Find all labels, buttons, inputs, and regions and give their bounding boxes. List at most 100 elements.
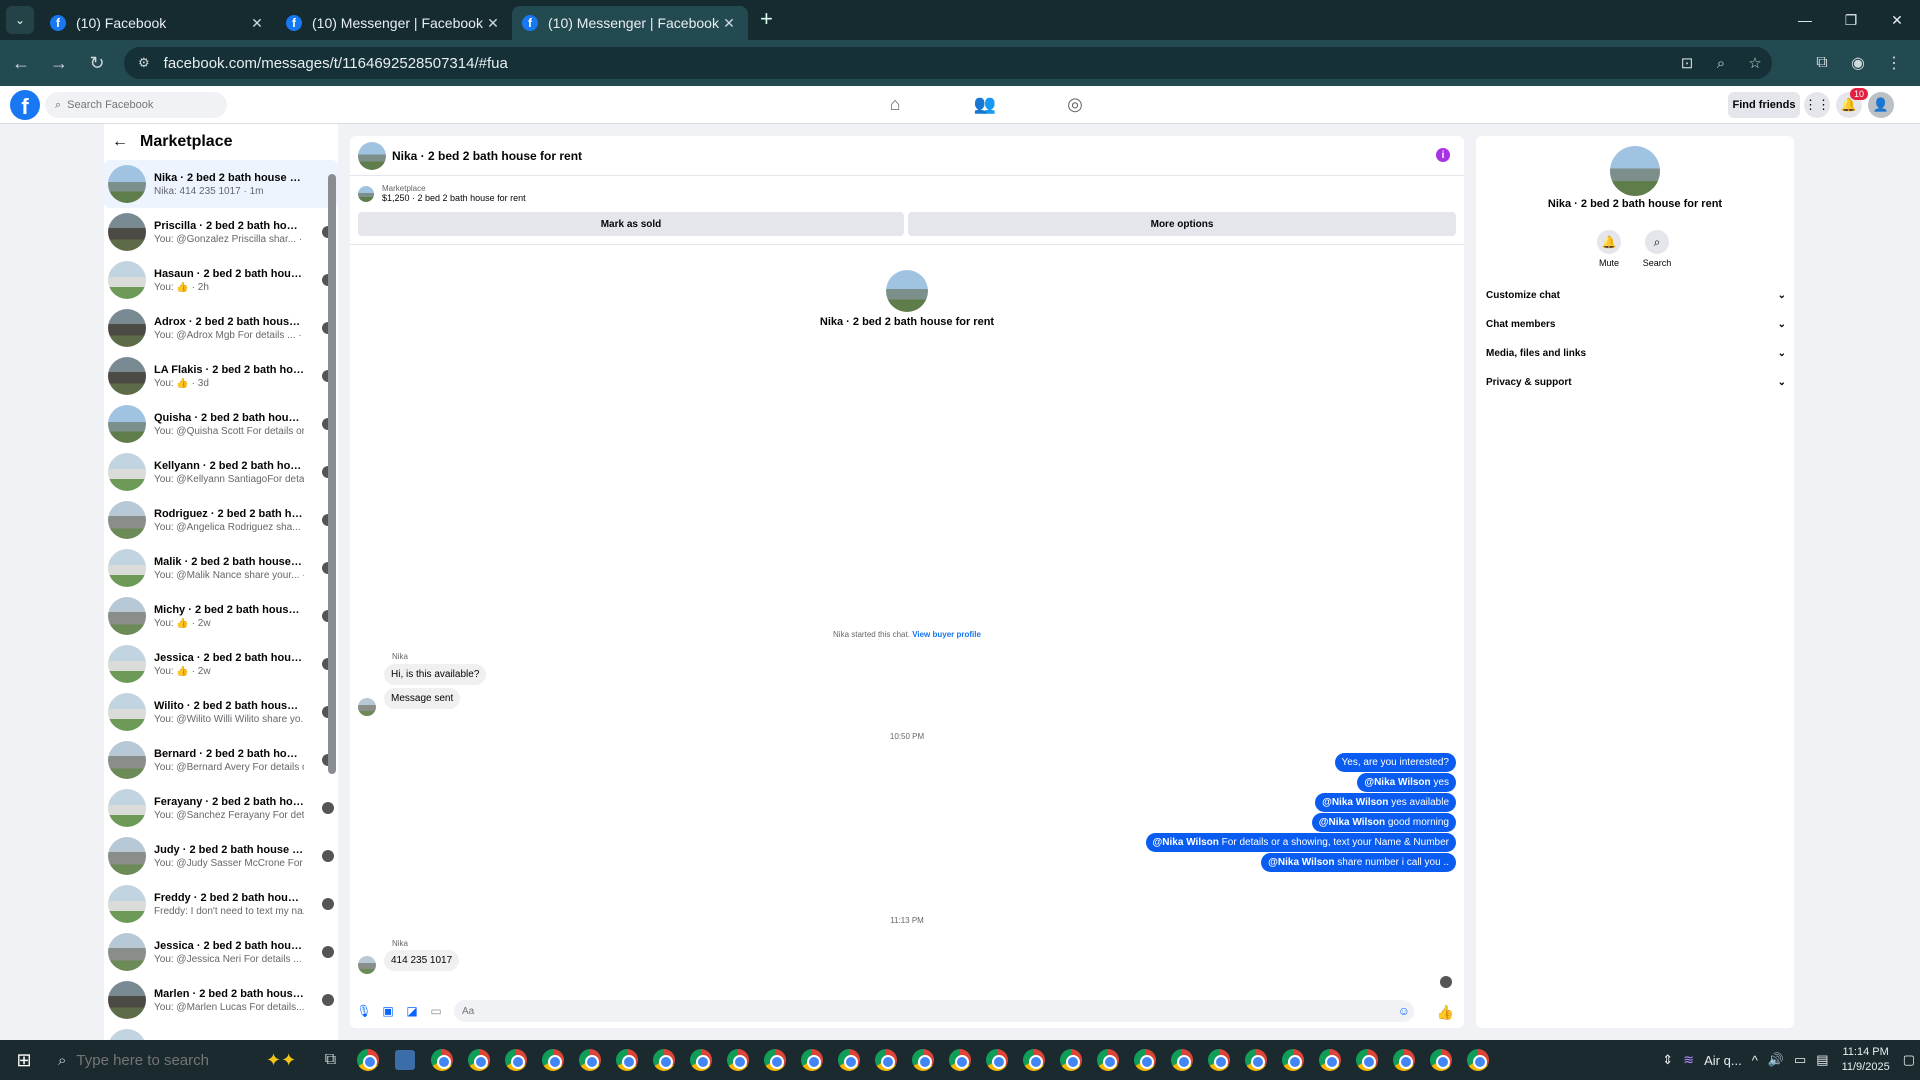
notifications-bell-icon[interactable]: 🔔 10	[1836, 88, 1868, 118]
outgoing-message[interactable]: @Nika Wilson For details or a showing, t…	[1145, 833, 1456, 852]
conversation-item[interactable]: Jessica · 2 bed 2 bath house ... You: @Je…	[104, 928, 338, 976]
taskbar-search-input[interactable]	[76, 1051, 247, 1069]
minimize-icon[interactable]: —	[1782, 0, 1828, 40]
facebook-logo-icon[interactable]: f	[10, 90, 40, 120]
weather-icon[interactable]: ≋	[1683, 1052, 1694, 1068]
chrome-icon[interactable]	[645, 1040, 682, 1080]
conversation-info-icon[interactable]: i	[1436, 148, 1450, 162]
media-files-links-section[interactable]: Media, files and links ⌄	[1486, 342, 1786, 364]
incoming-message[interactable]: Hi, is this available?	[384, 664, 487, 685]
weather-text[interactable]: Air q...	[1704, 1053, 1742, 1068]
conversation-item[interactable]: Freddy · 2 bed 2 bath house for...Freddy…	[104, 880, 338, 928]
chrome-icon[interactable]	[534, 1040, 571, 1080]
conversation-item[interactable]: Michy · 2 bed 2 bath house f... You: 👍 · …	[104, 592, 338, 640]
chrome-icon[interactable]	[460, 1040, 497, 1080]
network-icon[interactable]: ▤	[1816, 1052, 1828, 1068]
chrome-icon[interactable]	[793, 1040, 830, 1080]
scroll-arrows-icon[interactable]: ⇕	[1662, 1052, 1673, 1068]
conversation-item[interactable]: Nika · 2 bed 2 bath house for r... Nika: …	[104, 160, 338, 208]
site-info-icon[interactable]: ⚙	[138, 55, 150, 71]
taskbar-search[interactable]: ⌕	[48, 1040, 266, 1080]
find-friends-button[interactable]: Find friends	[1728, 92, 1800, 118]
chrome-icon[interactable]	[830, 1040, 867, 1080]
chrome-icon[interactable]	[1015, 1040, 1052, 1080]
chrome-icon[interactable]	[423, 1040, 460, 1080]
facebook-search[interactable]: ⌕	[45, 92, 227, 118]
chrome-icon[interactable]	[1459, 1040, 1496, 1080]
search-icon[interactable]: ⌕	[1645, 230, 1669, 254]
outgoing-message[interactable]: @Nika Wilson good morning	[1311, 813, 1456, 832]
conversation-item[interactable]: Priscilla · 2 bed 2 bath house... You: @G…	[104, 208, 338, 256]
privacy-support-section[interactable]: Privacy & support ⌄	[1486, 371, 1786, 393]
bookmark-star-icon[interactable]: ☆	[1738, 54, 1772, 72]
conversation-item[interactable]: Kellyann · 2 bed 2 bath house f...You: @…	[104, 448, 338, 496]
chrome-icon[interactable]	[1348, 1040, 1385, 1080]
conversation-item[interactable]: Marlen · 2 bed 2 bath house ... You: @Mar…	[104, 976, 338, 1024]
browser-tab-2[interactable]: f (10) Messenger | Facebook ✕	[276, 6, 512, 40]
close-tab-icon[interactable]: ✕	[484, 15, 502, 32]
more-options-button[interactable]: More options	[908, 212, 1456, 236]
mention[interactable]: @Nika Wilson	[1364, 777, 1430, 788]
info-avatar[interactable]	[1610, 146, 1660, 196]
battery-icon[interactable]: ▭	[1794, 1052, 1806, 1068]
chrome-icon[interactable]	[608, 1040, 645, 1080]
reload-icon[interactable]: ↻	[80, 53, 114, 74]
zoom-icon[interactable]: ⌕	[1704, 55, 1738, 72]
chrome-icon[interactable]	[941, 1040, 978, 1080]
chrome-icon[interactable]	[1311, 1040, 1348, 1080]
conversation-item[interactable]: LA Flakis · 2 bed 2 bath hous... You: 👍 ·…	[104, 352, 338, 400]
mark-as-sold-button[interactable]: Mark as sold	[358, 212, 904, 236]
tab-search-chevron-icon[interactable]: ⌄	[6, 6, 34, 34]
view-buyer-profile-link[interactable]: View buyer profile	[912, 630, 981, 639]
chrome-icon[interactable]	[904, 1040, 941, 1080]
chrome-icon[interactable]	[1163, 1040, 1200, 1080]
back-arrow-icon[interactable]: ←	[112, 133, 128, 151]
incoming-message[interactable]: 414 235 1017	[384, 950, 460, 971]
conversation-item[interactable]: Wilito · 2 bed 2 bath house for ...You: …	[104, 688, 338, 736]
mention[interactable]: @Nika Wilson	[1322, 797, 1388, 808]
chrome-icon[interactable]	[497, 1040, 534, 1080]
conversation-item[interactable]: Judy · 2 bed 2 bath house for r...You: @…	[104, 832, 338, 880]
outgoing-message[interactable]: @Nika Wilson yes	[1357, 773, 1456, 792]
forward-icon[interactable]: →	[42, 53, 76, 74]
extensions-icon[interactable]: ⧉	[1804, 54, 1840, 72]
mention[interactable]: @Nika Wilson	[1319, 817, 1385, 828]
chrome-icon[interactable]	[1422, 1040, 1459, 1080]
new-tab-icon[interactable]: +	[760, 6, 773, 32]
groups-icon[interactable]: ◎	[1030, 94, 1120, 115]
chrome-icon[interactable]	[682, 1040, 719, 1080]
close-tab-icon[interactable]: ✕	[720, 15, 738, 32]
conversation-item[interactable]: Rodriguez · 2 bed 2 bath ho... You: @Ange…	[104, 496, 338, 544]
thumbs-up-like-icon[interactable]: 👍	[1437, 1004, 1454, 1021]
listing-banner[interactable]: Marketplace $1,250 · 2 bed 2 bath house …	[358, 184, 526, 203]
close-window-icon[interactable]: ✕	[1874, 0, 1920, 40]
notifications-icon[interactable]: ▢	[1903, 1052, 1915, 1068]
chat-members-section[interactable]: Chat members ⌄	[1486, 313, 1786, 335]
customize-chat-section[interactable]: Customize chat ⌄	[1486, 284, 1786, 306]
chat-avatar[interactable]	[358, 141, 386, 170]
chat-title[interactable]: Nika · 2 bed 2 bath house for rent	[392, 149, 582, 163]
chrome-icon[interactable]	[1200, 1040, 1237, 1080]
outgoing-message[interactable]: Yes, are you interested?	[1334, 753, 1456, 772]
chrome-icon[interactable]	[1237, 1040, 1274, 1080]
browser-tab-1[interactable]: f (10) Facebook ✕	[40, 6, 276, 40]
address-bar[interactable]: ⚙ facebook.com/messages/t/11646925285073…	[124, 47, 1772, 79]
chrome-icon[interactable]	[1126, 1040, 1163, 1080]
sticker-icon[interactable]: ◪	[400, 1004, 424, 1018]
mute-action[interactable]: 🔔 Mute	[1584, 230, 1634, 268]
conversation-item[interactable]: Quisha · 2 bed 2 bath house fo...You: @Q…	[104, 400, 338, 448]
conversation-item[interactable]: Ferayany · 2 bed 2 bath house f...You: @…	[104, 784, 338, 832]
chrome-icon[interactable]	[756, 1040, 793, 1080]
app-icon[interactable]	[386, 1040, 423, 1080]
volume-icon[interactable]: 🔊	[1768, 1052, 1784, 1068]
search-action[interactable]: ⌕ Search	[1632, 230, 1682, 268]
menu-grid-icon[interactable]: ⋮⋮	[1804, 92, 1830, 118]
scrollbar-thumb[interactable]	[328, 174, 336, 774]
conversation-item[interactable]: Hasaun · 2 bed 2 bath house... You: 👍 · 2…	[104, 256, 338, 304]
mention[interactable]: @Nika Wilson	[1268, 857, 1334, 868]
chrome-icon[interactable]	[1052, 1040, 1089, 1080]
close-tab-icon[interactable]: ✕	[248, 15, 266, 32]
chrome-icon[interactable]	[719, 1040, 756, 1080]
conversation-scrollbar[interactable]	[328, 160, 336, 1030]
chrome-icon[interactable]	[1274, 1040, 1311, 1080]
